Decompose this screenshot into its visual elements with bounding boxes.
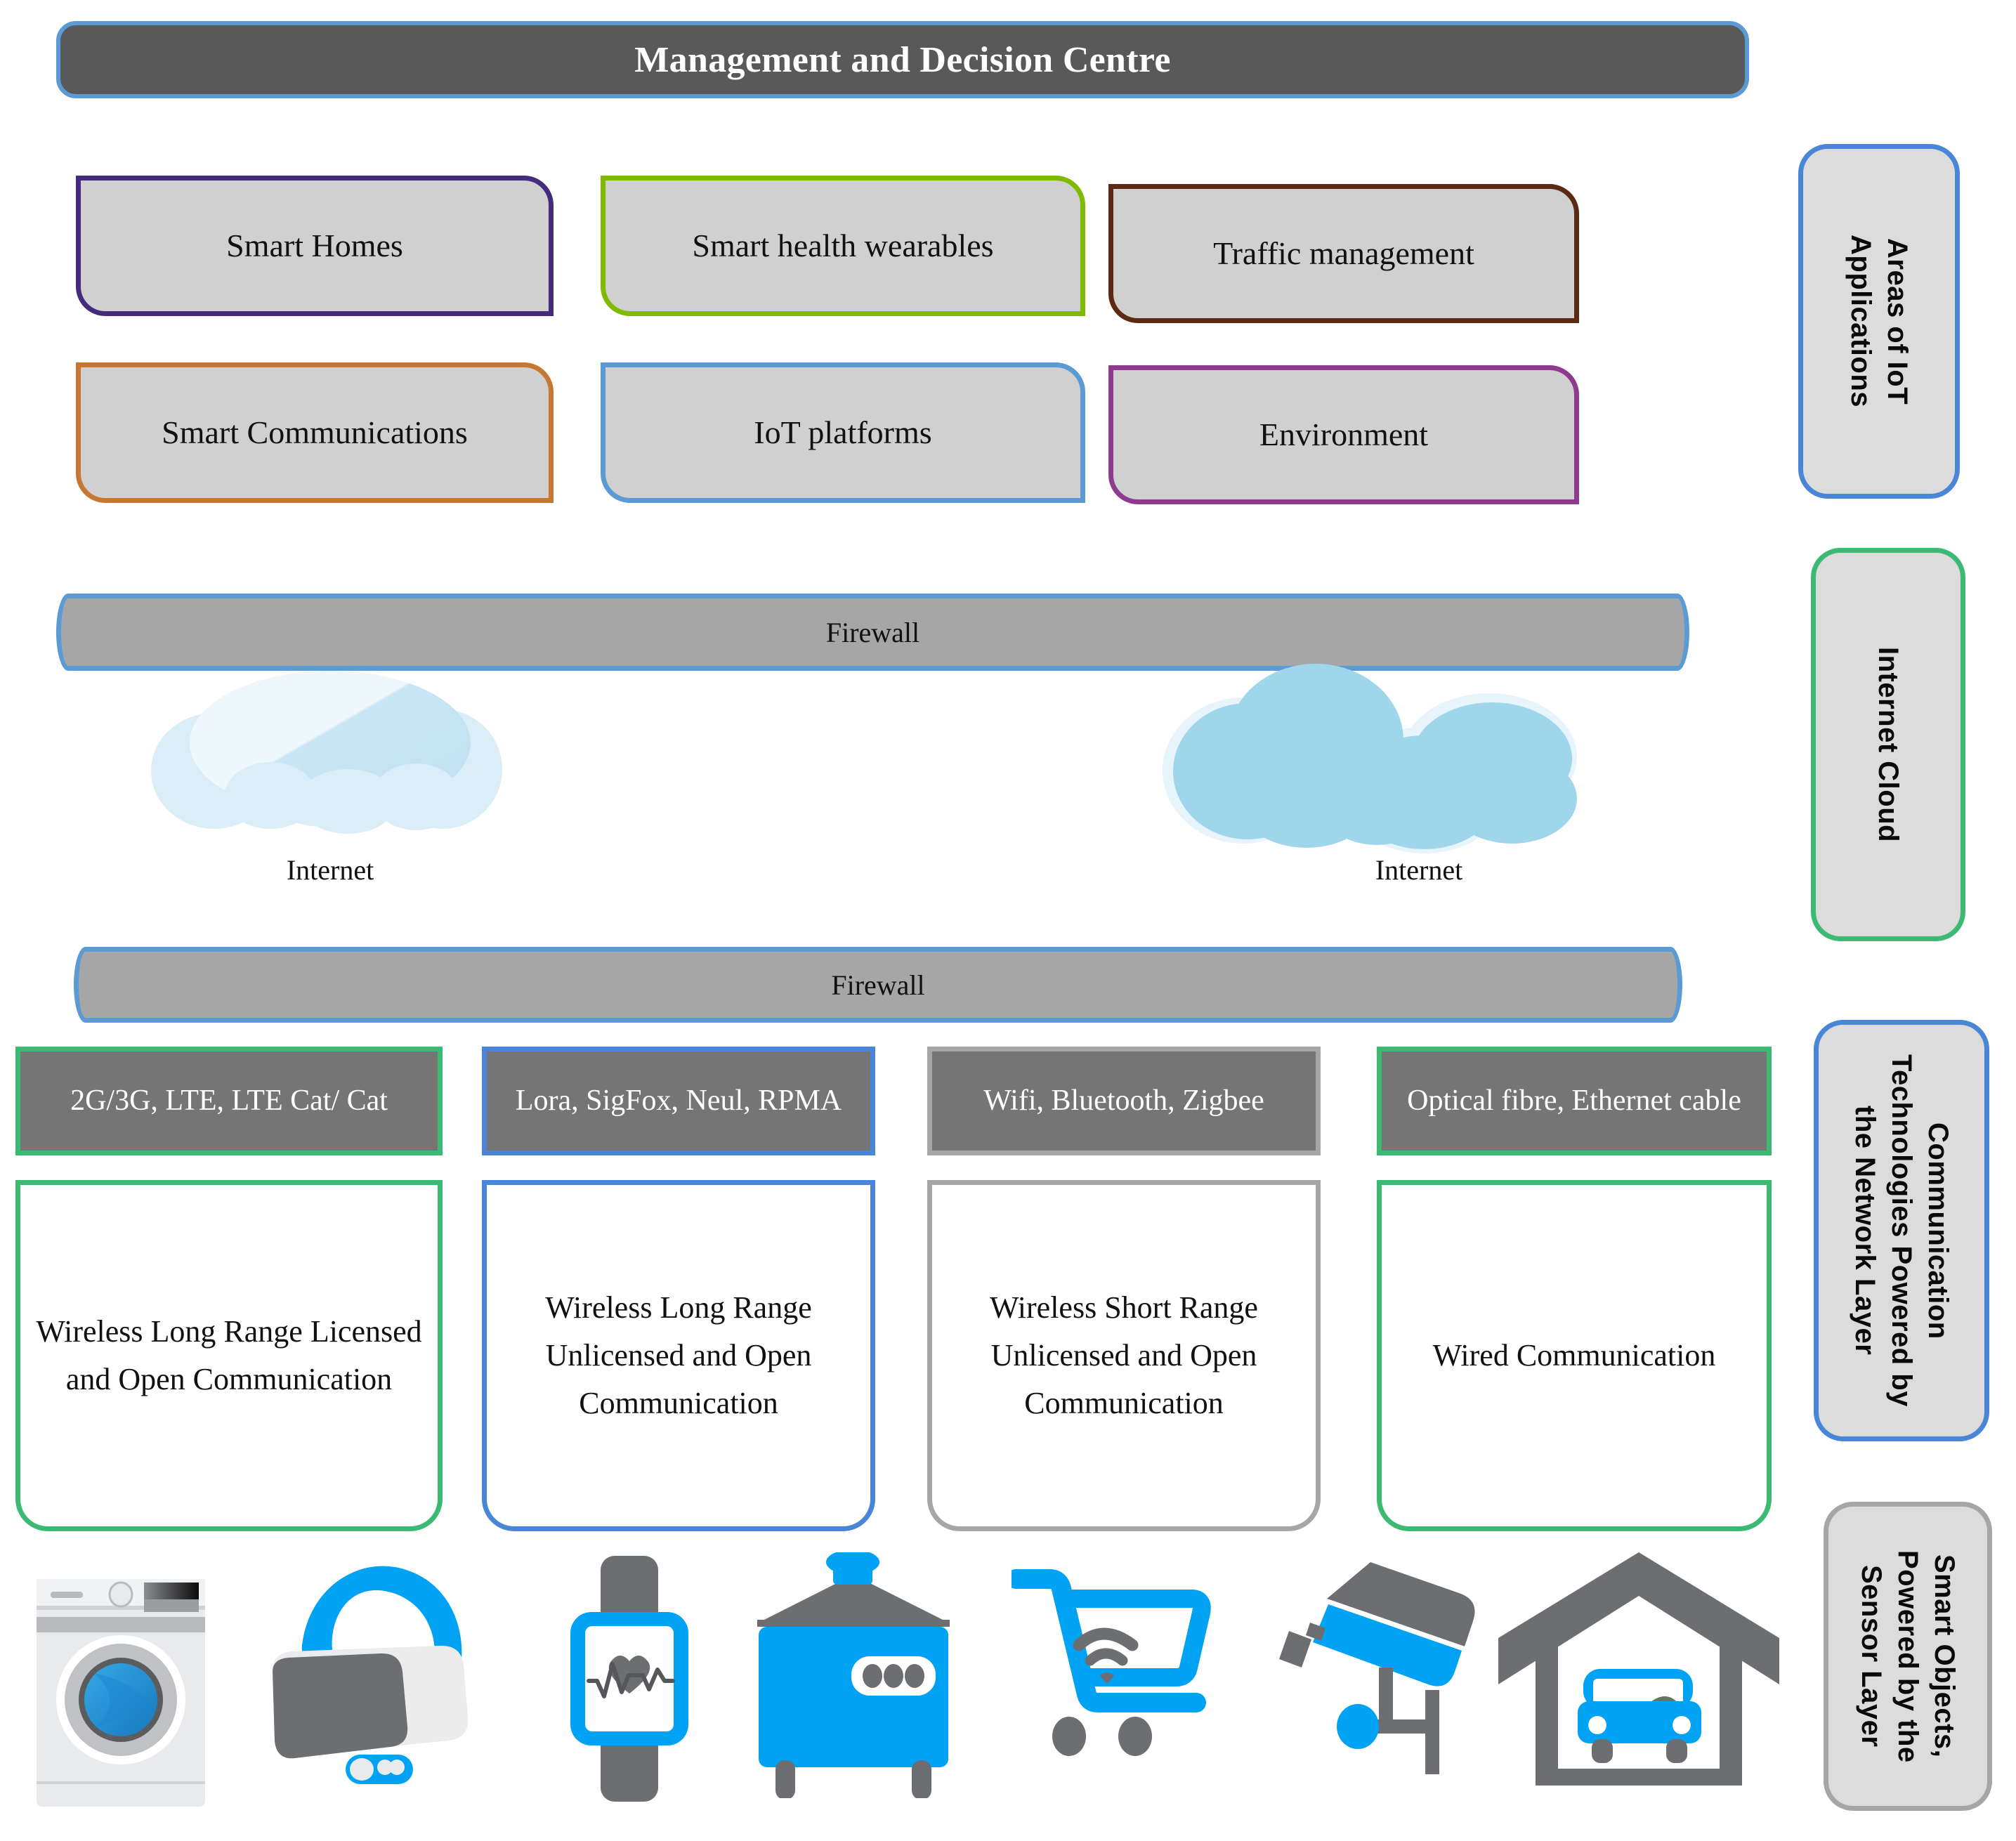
app-box-smart-health-wearables[interactable]: Smart health wearables [601,176,1085,316]
smart-shopping-cart-icon [1012,1566,1243,1791]
tech-header-shortrange: Wifi, Bluetooth, Zigbee [927,1047,1321,1155]
tech-body-lpwan: Wireless Long Range Unlicensed and Open … [482,1180,875,1531]
tech-header-cellular: 2G/3G, LTE, LTE Cat/ Cat [15,1047,443,1155]
app-box-iot-platforms[interactable]: IoT platforms [601,362,1085,503]
pressure-cooker-icon [738,1552,969,1798]
garage-with-car-icon [1495,1545,1783,1798]
tech-body-cellular: Wireless Long Range Licensed and Open Co… [15,1180,443,1531]
app-box-traffic-management[interactable]: Traffic management [1108,184,1579,323]
firewall-bar-lower: Firewall [74,947,1682,1023]
tech-header-lpwan: Lora, SigFox, Neul, RPMA [482,1047,875,1155]
layer-tag-label: Smart Objects, Powered by the Sensor Lay… [1856,1550,1960,1763]
layer-tag-label: Communication Technologies Powered by th… [1850,1054,1953,1407]
vr-headset-icon [253,1559,499,1791]
app-box-environment[interactable]: Environment [1108,365,1579,504]
app-box-smart-homes[interactable]: Smart Homes [76,176,554,316]
app-box-smart-communications[interactable]: Smart Communications [76,362,554,503]
washing-machine-icon [30,1573,212,1812]
cctv-camera-icon [1268,1552,1507,1798]
internet-cloud-right [1138,664,1577,853]
layer-tag-areas-of-iot-applications: Areas of IoT Applications [1798,144,1960,499]
layer-tag-label: Areas of IoT Applications [1845,235,1913,408]
layer-tag-smart-objects: Smart Objects, Powered by the Sensor Lay… [1824,1502,1992,1811]
smartwatch-heartrate-icon [562,1556,695,1802]
firewall-bar-upper: Firewall [56,594,1689,671]
tech-body-wired: Wired Communication [1377,1180,1772,1531]
layer-tag-communication-technologies: Communication Technologies Powered by th… [1814,1020,1989,1441]
internet-label-left: Internet [286,854,374,886]
iot-architecture-diagram: Management and Decision Centre Smart Hom… [0,0,2016,1841]
layer-tag-label: Internet Cloud [1873,646,1904,843]
tech-body-shortrange: Wireless Short Range Unlicensed and Open… [927,1180,1321,1531]
internet-cloud-left [151,671,502,834]
tech-header-wired: Optical fibre, Ethernet cable [1377,1047,1772,1155]
page-title: Management and Decision Centre [56,21,1749,98]
internet-label-right: Internet [1375,854,1463,886]
layer-tag-internet-cloud: Internet Cloud [1811,548,1965,941]
